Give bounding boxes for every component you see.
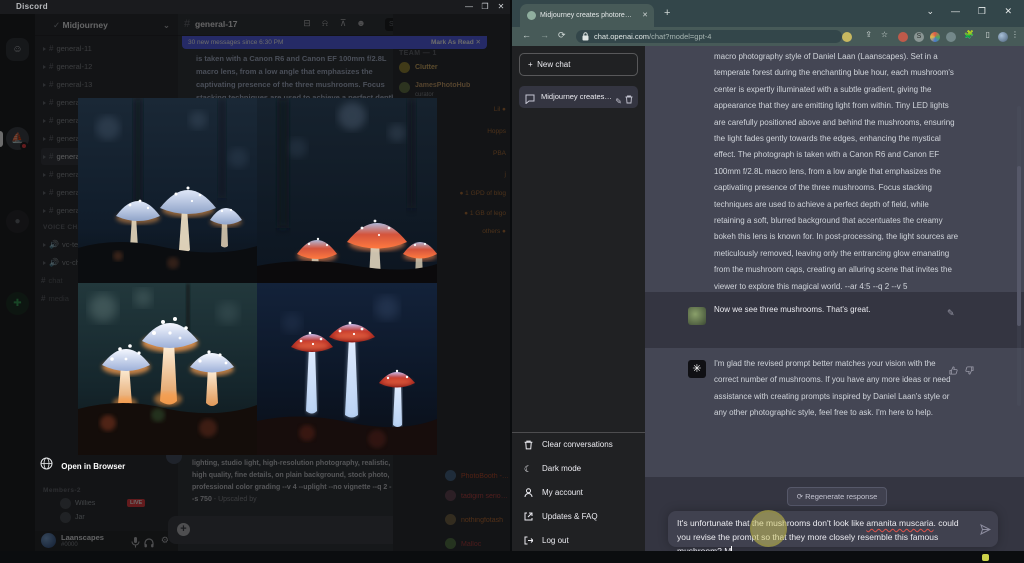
chat-bubble-icon [525,91,535,113]
mushroom-image-4[interactable] [257,283,437,455]
extension-icon[interactable] [898,31,908,42]
discord-titlebar: Discord — ❐ ✕ [0,0,510,14]
assistant-message-block: ✳ I'm glad the revised prompt better mat… [645,348,1024,477]
lock-icon [582,32,589,43]
mushroom-image-3[interactable] [78,283,257,455]
maximize-icon[interactable]: ❐ [480,2,490,12]
edit-pencil-icon[interactable]: ✎ [615,91,622,113]
send-icon[interactable] [980,524,992,539]
extension-icon[interactable] [842,31,852,42]
scrollbar-thumb[interactable] [1017,166,1021,326]
discord-window: Discord — ❐ ✕ ☺ ⛵ ● ✚ ✓ Midjourney ⌄ #g [0,0,510,551]
assistant-message-block: macro photography style of Daniel Laan (… [645,46,1024,292]
my-account-item[interactable]: My account [512,481,645,505]
menu-icon[interactable]: ⋮ [1011,30,1019,39]
reload-icon[interactable]: ⟳ [558,30,566,41]
url-path: /chat?model=gpt-4 [649,32,712,41]
puzzle-extensions-icon[interactable]: 🧩 [964,30,974,39]
dark-mode-item[interactable]: ☾ Dark mode [512,457,645,481]
address-bar[interactable]: chat.openai.com/chat?model=gpt-4 [576,30,842,43]
discord-body: ☺ ⛵ ● ✚ ✓ Midjourney ⌄ #general-11 #gene… [0,14,510,551]
scrollbar[interactable] [1017,106,1021,406]
thumbs-up-icon[interactable] [949,362,958,380]
globe-icon [40,457,53,477]
trash-icon[interactable] [625,91,633,113]
share-icon[interactable]: ⇪ [865,30,872,39]
tab-title: Midjourney creates photorealisti [540,12,635,19]
url-host: chat.openai.com [594,32,650,41]
user-message-text: Now we see three mushrooms. That's great… [714,305,871,314]
assistant-message-text: macro photography style of Daniel Laan (… [714,52,959,291]
close-icon[interactable]: ✕ [1004,6,1012,17]
tab-switcher-icon[interactable]: ▯ [986,30,990,39]
close-icon[interactable]: ✕ [496,2,506,12]
chatgpt-main: macro photography style of Daniel Laan (… [645,46,1024,556]
chat-input[interactable]: It's unfortunate that the mushrooms don'… [668,511,998,556]
thumbs-down-icon[interactable] [965,362,974,380]
user-message-block: Now we see three mushrooms. That's great… [645,292,1024,348]
tab-close-icon[interactable]: ✕ [642,4,648,27]
open-in-browser-button[interactable]: Open in Browser [40,457,160,475]
forward-icon[interactable]: → [540,30,549,40]
chevron-down-icon[interactable]: ⌄ [926,6,934,17]
favicon-icon [527,11,536,20]
mushroom-image-2[interactable] [257,98,437,283]
new-chat-button[interactable]: + New chat [519,53,638,76]
profile-avatar[interactable] [998,31,1008,42]
logout-item[interactable]: Log out [512,529,645,553]
user-avatar [688,307,706,325]
new-tab-icon[interactable]: + [664,7,670,19]
minimize-icon[interactable]: — [464,2,474,12]
assistant-message-text: I'm glad the revised prompt better match… [714,359,951,418]
regenerate-icon: ⟳ [796,492,806,501]
moon-icon: ☾ [524,464,533,474]
browser-tab[interactable]: Midjourney creates photorealisti ✕ [520,4,654,27]
clear-conversations-item[interactable]: Clear conversations [512,433,645,457]
openai-logo-icon: ✳ [688,360,706,378]
sidebar-bottom-menu: Clear conversations ☾ Dark mode My accoun… [512,432,645,553]
extension-icon[interactable] [930,31,940,42]
midjourney-image-grid [78,98,437,455]
misspelled-text: amanita muscaria [866,518,934,528]
updates-faq-item[interactable]: Updates & FAQ [512,505,645,529]
extension-icon[interactable]: S [914,31,924,42]
regenerate-button[interactable]: ⟳ Regenerate response [787,487,887,506]
plus-icon: + [528,60,538,69]
cursor-highlight [750,510,787,547]
chatgpt-sidebar: + New chat Midjourney creates pho ✎ Clea… [512,46,645,551]
browser-toolbar: ← → ⟳ chat.openai.com/chat?model=gpt-4 ⇪… [512,27,1024,46]
taskbar-indicator [982,554,989,561]
minimize-icon[interactable]: — [951,6,960,16]
extension-icon[interactable] [946,31,956,42]
bookmark-star-icon[interactable]: ☆ [881,30,888,39]
browser-window: Midjourney creates photorealisti ✕ + ⌄ —… [512,0,1024,556]
maximize-icon[interactable]: ❐ [978,6,986,17]
discord-title: Discord [16,2,48,11]
browser-tabbar: Midjourney creates photorealisti ✕ + ⌄ —… [512,0,1024,27]
bottom-strip [0,551,1024,563]
mushroom-image-1[interactable] [78,98,257,283]
conversation-item[interactable]: Midjourney creates pho ✎ [519,86,638,108]
edit-pencil-icon[interactable]: ✎ [947,308,955,319]
back-icon[interactable]: ← [522,30,531,40]
screen: Discord — ❐ ✕ ☺ ⛵ ● ✚ ✓ Midjourney ⌄ #g [0,0,1024,563]
